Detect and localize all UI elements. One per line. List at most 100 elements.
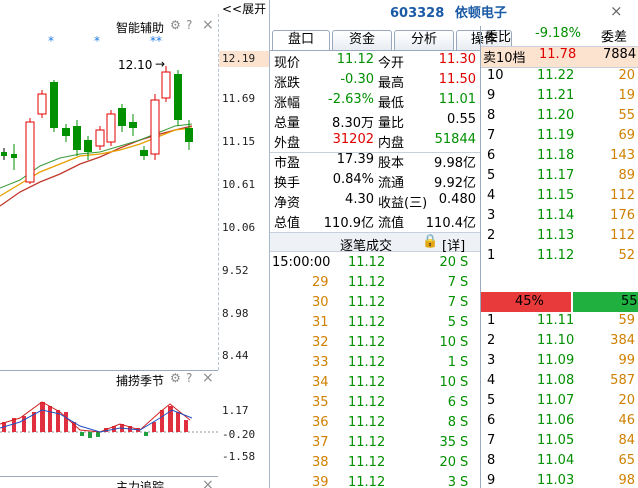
bid-row[interactable]: 8 11.04 65 (481, 453, 638, 473)
quote-row: 总量 8.30万 量比 0.55 (274, 112, 476, 132)
gear-icon[interactable]: ⚙ (170, 18, 181, 32)
ask-row[interactable]: 6 11.18 143 (481, 148, 638, 168)
trade-side: S (460, 395, 469, 410)
ask-row[interactable]: 1 11.12 52 (481, 248, 638, 268)
bid-row[interactable]: 9 11.03 98 (481, 473, 638, 488)
trade-row: 39 11.12 3 S (270, 475, 480, 488)
candle-body (1, 152, 7, 156)
quote-label: 现价 (274, 56, 301, 71)
sell10-row: 卖10档 11.78 7884 (483, 47, 638, 67)
price-level: 8.44 (222, 349, 249, 362)
book-volume: 84 (618, 433, 635, 448)
sell10-label: 卖10档 (483, 51, 526, 66)
book-level: 3 (487, 353, 496, 368)
help-icon[interactable]: ? (186, 18, 192, 32)
book-level: 6 (487, 148, 496, 163)
close-icon[interactable]: × (202, 370, 214, 386)
ratio-right-label: 55 (621, 294, 638, 309)
book-volume: 587 (610, 373, 635, 388)
trade-price: 11.12 (348, 335, 386, 350)
lock-icon[interactable]: 🔒 (422, 234, 438, 249)
ask-row[interactable]: 9 11.21 19 (481, 88, 638, 108)
book-level: 4 (487, 373, 496, 388)
tab-fenxi[interactable]: 分析 (394, 30, 454, 50)
book-price: 11.06 (537, 413, 575, 428)
ask-row[interactable]: 10 11.22 20 (481, 68, 638, 88)
quote-label: 外盘 (274, 136, 301, 151)
quote-label: 最低 (378, 96, 405, 111)
bottom-panel-title[interactable]: 主力追踪 (116, 478, 164, 488)
bid-row[interactable]: 3 11.09 99 (481, 353, 638, 373)
candle-body (25, 121, 35, 183)
bid-row[interactable]: 4 11.08 587 (481, 373, 638, 393)
season-bar (88, 432, 92, 438)
gear-icon[interactable]: ⚙ (170, 371, 181, 385)
price-level: 10.61 (222, 178, 256, 191)
trade-price: 11.12 (348, 395, 386, 410)
book-volume: 112 (610, 228, 635, 243)
trade-time: 29 (312, 275, 329, 290)
trade-side: S (460, 475, 469, 488)
candle-body (11, 154, 17, 158)
help-icon[interactable]: ? (186, 371, 192, 385)
quote-label: 股本 (378, 156, 405, 171)
trade-row: 32 11.12 10 S (270, 335, 480, 355)
quote-row: 外盘 31202 内盘 51844 (274, 132, 476, 152)
tab-bar: 盘口 资金 分析 操作 (270, 30, 512, 50)
quote-label: 涨幅 (274, 96, 301, 111)
close-icon[interactable]: × (610, 2, 623, 20)
trade-row: 29 11.12 7 S (270, 275, 480, 295)
price-level: 12.19 (222, 52, 256, 65)
trade-time: 30 (312, 295, 329, 310)
bid-row[interactable]: 1 11.11 59 (481, 313, 638, 333)
ask-row[interactable]: 3 11.14 176 (481, 208, 638, 228)
quote-value-float: 9.92亿 (434, 176, 476, 191)
trade-price: 11.12 (348, 435, 386, 450)
book-level: 1 (487, 313, 496, 328)
trade-volume: 5 (447, 315, 456, 330)
ask-row[interactable]: 2 11.13 112 (481, 228, 638, 248)
book-price: 11.19 (537, 128, 575, 143)
orderbook: 委比 -9.18% 委差 卖10档 11.78 7884 10 11.22 20 9 1… (481, 26, 638, 488)
quote-label: 总量 (274, 116, 301, 131)
trade-volume: 6 (447, 395, 456, 410)
ask-row[interactable]: 5 11.17 89 (481, 168, 638, 188)
book-level: 5 (487, 168, 496, 183)
bid-row[interactable]: 5 11.07 20 (481, 393, 638, 413)
signal-star: ** (150, 34, 162, 48)
ask-row[interactable]: 8 11.20 55 (481, 108, 638, 128)
book-price: 11.10 (537, 333, 575, 348)
candles (1, 66, 193, 184)
ask-row[interactable]: 7 11.19 69 (481, 128, 638, 148)
bid-row[interactable]: 7 11.05 84 (481, 433, 638, 453)
close-icon[interactable]: × (202, 17, 214, 33)
season-bar (144, 432, 148, 436)
book-price: 11.11 (537, 313, 575, 328)
book-price: 11.03 (537, 473, 575, 488)
season-bars (2, 402, 188, 438)
book-level: 3 (487, 208, 496, 223)
trade-time: 36 (312, 415, 329, 430)
ask-row[interactable]: 4 11.15 112 (481, 188, 638, 208)
close-icon[interactable]: × (202, 477, 214, 488)
bid-row[interactable]: 2 11.10 384 (481, 333, 638, 353)
expand-button[interactable]: <<展开 (222, 0, 266, 17)
tab-zijin[interactable]: 资金 (332, 30, 392, 50)
season-bar (64, 412, 68, 432)
book-volume: 59 (618, 313, 635, 328)
quote-value-ratio: 0.55 (447, 112, 476, 127)
price-level: 9.52 (222, 264, 249, 277)
tab-pankou[interactable]: 盘口 (272, 30, 330, 50)
trades-detail-link[interactable]: [详] (442, 235, 465, 254)
bid-row[interactable]: 6 11.06 46 (481, 413, 638, 433)
trade-side: S (460, 375, 469, 390)
quote-label: 最高 (378, 76, 405, 91)
book-price: 11.09 (537, 353, 575, 368)
book-volume: 143 (610, 148, 635, 163)
trade-volume: 35 (439, 435, 456, 450)
book-level: 6 (487, 413, 496, 428)
book-volume: 89 (618, 168, 635, 183)
season-title[interactable]: 捕捞季节 (116, 372, 164, 389)
book-price: 11.21 (537, 88, 575, 103)
quote-row: 净资 4.30 收益(三) 0.480 (274, 192, 476, 212)
